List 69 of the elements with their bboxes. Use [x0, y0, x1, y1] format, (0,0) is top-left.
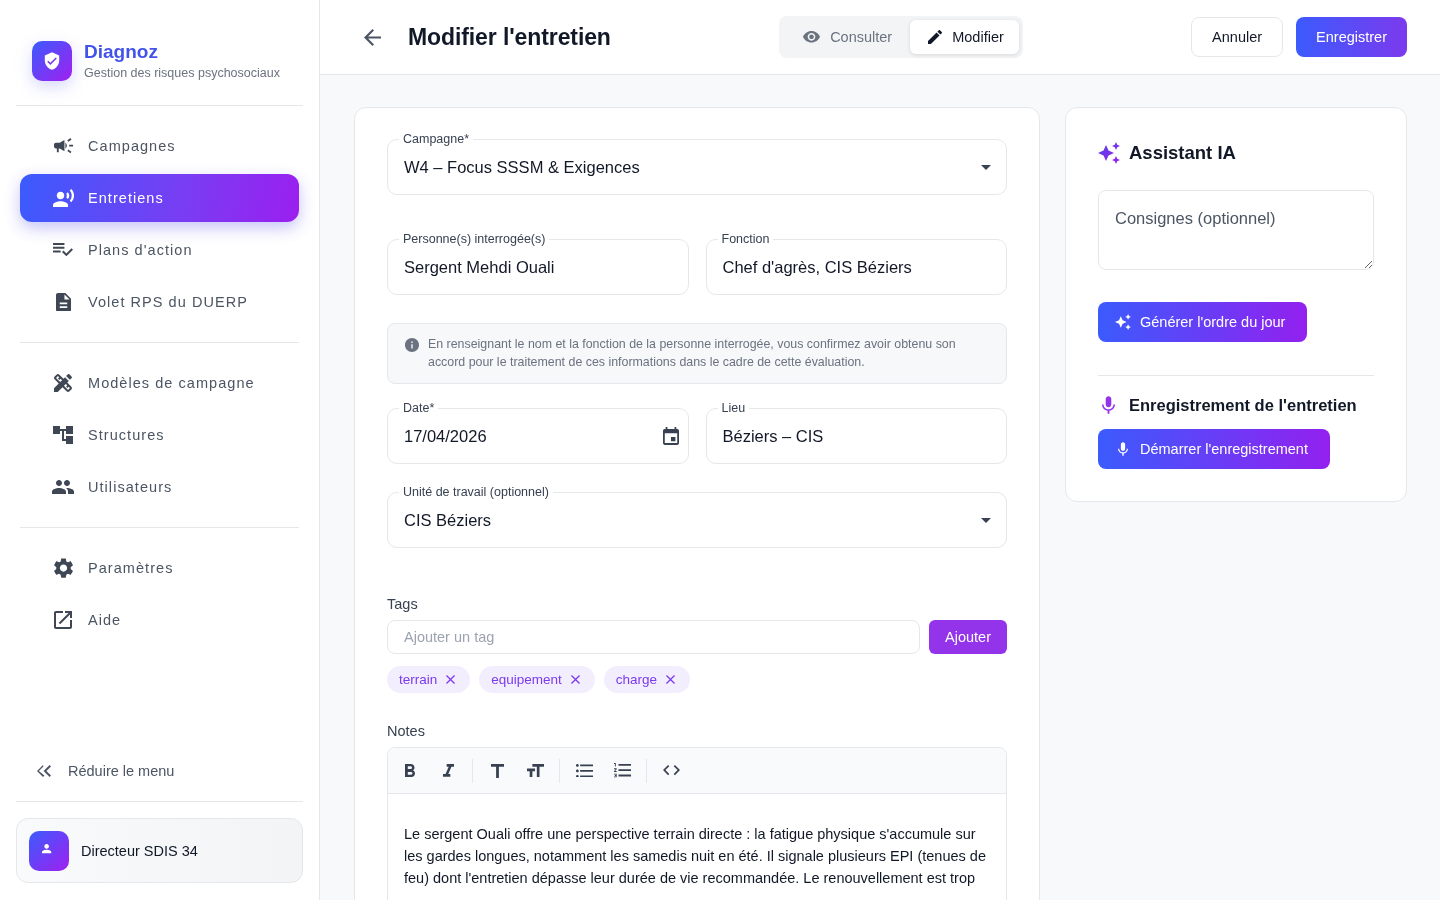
tag-label: charge: [615, 672, 658, 687]
generate-agenda-button[interactable]: Générer l'ordre du jour: [1098, 302, 1308, 342]
recording-title: Enregistrement de l'entretien: [1129, 395, 1357, 415]
tag-label: equipement: [491, 672, 562, 687]
nav-item[interactable]: Aide: [20, 596, 299, 644]
notes-field[interactable]: Le sergent Ouali offre une perspective terrain directe : la fatigue physique s'accumule sur les gardes longues, notamment les samedis nuit en été. Il signale plusieurs EPI (tenues de feu) dont l'entretien dépasse leur durée de vie recommandée. Le renouvellement est trop: [388, 794, 1006, 900]
notes-label: Notes: [387, 722, 426, 741]
heading-icon[interactable]: [490, 763, 504, 778]
save-button[interactable]: Enregistrer: [1296, 17, 1407, 57]
nav-item[interactable]: Paramètres: [20, 544, 299, 592]
pencil-ruler-icon: [54, 374, 72, 392]
info-icon: [405, 338, 419, 352]
mode-tab[interactable]: Modifier: [910, 20, 1019, 54]
close-icon[interactable]: [570, 675, 580, 684]
user-name: Directeur SDIS 34: [81, 842, 198, 859]
sparkles-icon: [1098, 142, 1120, 164]
brand-tagline: Gestion des risques psychosociaux: [84, 66, 280, 81]
dropdown-caret-icon: [981, 517, 991, 523]
page-title: Modifier l'entretien: [408, 23, 611, 51]
settings-icon: [53, 557, 73, 579]
speaking-person-icon: [52, 189, 74, 207]
back-arrow-icon[interactable]: [364, 28, 381, 46]
field-label: Campagne*: [399, 131, 473, 147]
brand-name: Diagnoz: [84, 41, 159, 63]
avatar-icon: [29, 830, 69, 871]
nav-item[interactable]: Utilisateurs: [20, 463, 299, 511]
checklist-icon: [53, 243, 73, 257]
eye-icon: [803, 31, 821, 43]
double-chevron-left-icon: [37, 765, 51, 777]
megaphone-icon: [53, 138, 73, 154]
close-icon[interactable]: [666, 675, 676, 684]
instructions-field[interactable]: Consignes (optionnel): [1098, 190, 1374, 270]
people-icon: [52, 480, 74, 494]
mode-tab[interactable]: Consulter: [783, 20, 908, 54]
nav-item[interactable]: Structures: [20, 411, 299, 459]
assistant-title: Assistant IA: [1129, 142, 1236, 164]
bullet-list-icon[interactable]: [575, 763, 593, 778]
pencil-icon: [928, 30, 943, 44]
nav-item[interactable]: Entretiens: [20, 174, 299, 222]
microphone-icon: [1118, 442, 1128, 456]
user-card[interactable]: Directeur SDIS 34: [16, 818, 303, 883]
nav-item[interactable]: Modèles de campagne: [20, 359, 299, 407]
document-icon: [55, 292, 71, 312]
close-icon[interactable]: [446, 675, 456, 684]
field-label: Personne(s) interrogée(s): [399, 231, 550, 247]
tag-label: terrain: [399, 672, 438, 687]
hierarchy-icon: [53, 426, 73, 444]
tags-label: Tags: [387, 595, 419, 614]
code-icon[interactable]: [662, 765, 680, 776]
external-link-icon: [54, 611, 72, 629]
nav-item[interactable]: Plans d'action: [20, 226, 299, 274]
field-label: Unité de travail (optionnel): [399, 484, 553, 500]
nav-item[interactable]: Volet RPS du DUERP: [20, 278, 299, 326]
sparkles-icon: [1115, 314, 1131, 330]
tag-input[interactable]: Ajouter un tag: [387, 620, 921, 654]
calendar-icon[interactable]: [662, 427, 679, 445]
microphone-icon: [1102, 396, 1115, 414]
add-tag-button[interactable]: Ajouter: [929, 620, 1007, 654]
text-size-icon[interactable]: [526, 763, 544, 778]
notice-text: En renseignant le nom et la fonction de la personne interrogée, vous confirmez avoir obtenu son accord pour le traitement de ces informations dans le cadre de cette évaluation.: [428, 336, 957, 371]
dropdown-caret-icon: [981, 164, 991, 170]
logo-icon: [32, 41, 72, 81]
cancel-button[interactable]: Annuler: [1191, 17, 1284, 57]
start-recording-button[interactable]: Démarrer l'enregistrement: [1098, 429, 1330, 469]
nav-item[interactable]: Campagnes: [20, 122, 299, 170]
bold-icon[interactable]: [405, 764, 415, 777]
collapse-menu-button[interactable]: Réduire le menu: [16, 751, 303, 791]
italic-icon[interactable]: [442, 764, 454, 777]
numbered-list-icon[interactable]: [613, 763, 631, 778]
